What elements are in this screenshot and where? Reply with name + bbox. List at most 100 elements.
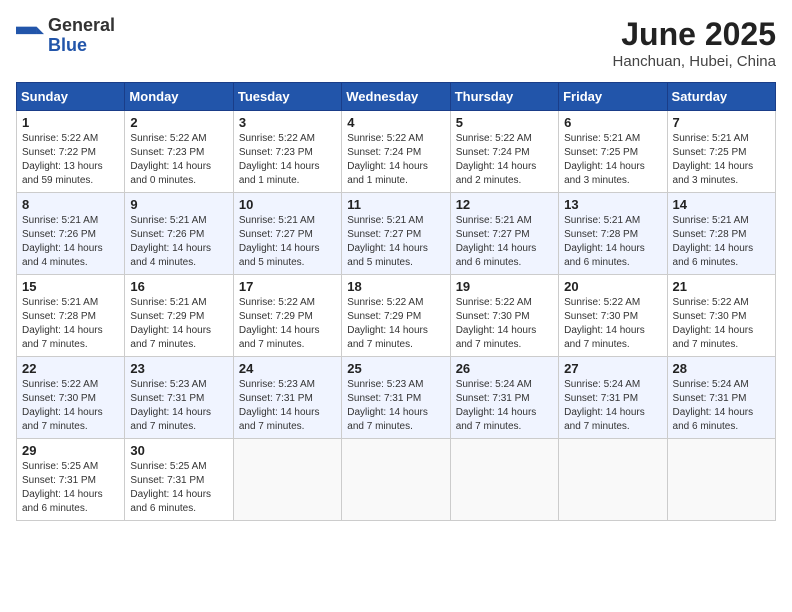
table-row: 30 Sunrise: 5:25 AMSunset: 7:31 PMDaylig…: [125, 439, 233, 521]
table-row: 12 Sunrise: 5:21 AMSunset: 7:27 PMDaylig…: [450, 193, 558, 275]
calendar-row: 29 Sunrise: 5:25 AMSunset: 7:31 PMDaylig…: [17, 439, 776, 521]
table-row: 7 Sunrise: 5:21 AMSunset: 7:25 PMDayligh…: [667, 111, 775, 193]
empty-cell: [450, 439, 558, 521]
day-number: 7: [673, 115, 770, 130]
day-detail: Sunrise: 5:22 AMSunset: 7:30 PMDaylight:…: [456, 297, 537, 350]
day-detail: Sunrise: 5:23 AMSunset: 7:31 PMDaylight:…: [130, 379, 211, 432]
logo-blue: Blue: [48, 36, 115, 56]
table-row: 24 Sunrise: 5:23 AMSunset: 7:31 PMDaylig…: [233, 357, 341, 439]
table-row: 15 Sunrise: 5:21 AMSunset: 7:28 PMDaylig…: [17, 275, 125, 357]
header-thursday: Thursday: [450, 83, 558, 111]
table-row: 8 Sunrise: 5:21 AMSunset: 7:26 PMDayligh…: [17, 193, 125, 275]
day-detail: Sunrise: 5:22 AMSunset: 7:29 PMDaylight:…: [239, 297, 320, 350]
day-detail: Sunrise: 5:24 AMSunset: 7:31 PMDaylight:…: [673, 379, 754, 432]
day-detail: Sunrise: 5:21 AMSunset: 7:28 PMDaylight:…: [22, 297, 103, 350]
table-row: 2 Sunrise: 5:22 AMSunset: 7:23 PMDayligh…: [125, 111, 233, 193]
table-row: 25 Sunrise: 5:23 AMSunset: 7:31 PMDaylig…: [342, 357, 450, 439]
logo: General Blue: [16, 16, 115, 56]
day-number: 29: [22, 443, 119, 458]
day-number: 14: [673, 197, 770, 212]
day-detail: Sunrise: 5:23 AMSunset: 7:31 PMDaylight:…: [239, 379, 320, 432]
day-number: 4: [347, 115, 444, 130]
day-number: 19: [456, 279, 553, 294]
table-row: 4 Sunrise: 5:22 AMSunset: 7:24 PMDayligh…: [342, 111, 450, 193]
day-detail: Sunrise: 5:22 AMSunset: 7:30 PMDaylight:…: [22, 379, 103, 432]
table-row: 22 Sunrise: 5:22 AMSunset: 7:30 PMDaylig…: [17, 357, 125, 439]
header-tuesday: Tuesday: [233, 83, 341, 111]
day-detail: Sunrise: 5:22 AMSunset: 7:23 PMDaylight:…: [239, 133, 320, 186]
day-number: 13: [564, 197, 661, 212]
weekday-header-row: Sunday Monday Tuesday Wednesday Thursday…: [17, 83, 776, 111]
day-number: 21: [673, 279, 770, 294]
page-header: General Blue June 2025 Hanchuan, Hubei, …: [16, 16, 776, 70]
empty-cell: [342, 439, 450, 521]
day-detail: Sunrise: 5:22 AMSunset: 7:24 PMDaylight:…: [347, 133, 428, 186]
table-row: 13 Sunrise: 5:21 AMSunset: 7:28 PMDaylig…: [559, 193, 667, 275]
calendar-row: 8 Sunrise: 5:21 AMSunset: 7:26 PMDayligh…: [17, 193, 776, 275]
table-row: 23 Sunrise: 5:23 AMSunset: 7:31 PMDaylig…: [125, 357, 233, 439]
day-number: 18: [347, 279, 444, 294]
table-row: 11 Sunrise: 5:21 AMSunset: 7:27 PMDaylig…: [342, 193, 450, 275]
table-row: 14 Sunrise: 5:21 AMSunset: 7:28 PMDaylig…: [667, 193, 775, 275]
table-row: 5 Sunrise: 5:22 AMSunset: 7:24 PMDayligh…: [450, 111, 558, 193]
day-number: 27: [564, 361, 661, 376]
day-detail: Sunrise: 5:21 AMSunset: 7:28 PMDaylight:…: [673, 215, 754, 268]
day-detail: Sunrise: 5:23 AMSunset: 7:31 PMDaylight:…: [347, 379, 428, 432]
table-row: 26 Sunrise: 5:24 AMSunset: 7:31 PMDaylig…: [450, 357, 558, 439]
day-detail: Sunrise: 5:24 AMSunset: 7:31 PMDaylight:…: [564, 379, 645, 432]
day-detail: Sunrise: 5:22 AMSunset: 7:30 PMDaylight:…: [564, 297, 645, 350]
table-row: 10 Sunrise: 5:21 AMSunset: 7:27 PMDaylig…: [233, 193, 341, 275]
day-number: 2: [130, 115, 227, 130]
day-number: 16: [130, 279, 227, 294]
day-number: 30: [130, 443, 227, 458]
table-row: 29 Sunrise: 5:25 AMSunset: 7:31 PMDaylig…: [17, 439, 125, 521]
calendar-row: 1 Sunrise: 5:22 AMSunset: 7:22 PMDayligh…: [17, 111, 776, 193]
day-detail: Sunrise: 5:25 AMSunset: 7:31 PMDaylight:…: [130, 461, 211, 514]
table-row: 18 Sunrise: 5:22 AMSunset: 7:29 PMDaylig…: [342, 275, 450, 357]
day-number: 25: [347, 361, 444, 376]
day-detail: Sunrise: 5:21 AMSunset: 7:28 PMDaylight:…: [564, 215, 645, 268]
day-number: 10: [239, 197, 336, 212]
day-number: 9: [130, 197, 227, 212]
table-row: 1 Sunrise: 5:22 AMSunset: 7:22 PMDayligh…: [17, 111, 125, 193]
table-row: 3 Sunrise: 5:22 AMSunset: 7:23 PMDayligh…: [233, 111, 341, 193]
day-detail: Sunrise: 5:24 AMSunset: 7:31 PMDaylight:…: [456, 379, 537, 432]
table-row: 28 Sunrise: 5:24 AMSunset: 7:31 PMDaylig…: [667, 357, 775, 439]
table-row: 19 Sunrise: 5:22 AMSunset: 7:30 PMDaylig…: [450, 275, 558, 357]
table-row: 16 Sunrise: 5:21 AMSunset: 7:29 PMDaylig…: [125, 275, 233, 357]
header-monday: Monday: [125, 83, 233, 111]
day-number: 26: [456, 361, 553, 376]
table-row: 17 Sunrise: 5:22 AMSunset: 7:29 PMDaylig…: [233, 275, 341, 357]
day-number: 3: [239, 115, 336, 130]
day-detail: Sunrise: 5:22 AMSunset: 7:30 PMDaylight:…: [673, 297, 754, 350]
empty-cell: [667, 439, 775, 521]
day-detail: Sunrise: 5:21 AMSunset: 7:25 PMDaylight:…: [673, 133, 754, 186]
table-row: 6 Sunrise: 5:21 AMSunset: 7:25 PMDayligh…: [559, 111, 667, 193]
day-number: 12: [456, 197, 553, 212]
day-detail: Sunrise: 5:25 AMSunset: 7:31 PMDaylight:…: [22, 461, 103, 514]
day-number: 11: [347, 197, 444, 212]
empty-cell: [233, 439, 341, 521]
table-row: 27 Sunrise: 5:24 AMSunset: 7:31 PMDaylig…: [559, 357, 667, 439]
day-number: 23: [130, 361, 227, 376]
day-number: 22: [22, 361, 119, 376]
day-detail: Sunrise: 5:21 AMSunset: 7:26 PMDaylight:…: [22, 215, 103, 268]
day-detail: Sunrise: 5:22 AMSunset: 7:29 PMDaylight:…: [347, 297, 428, 350]
header-sunday: Sunday: [17, 83, 125, 111]
table-row: 21 Sunrise: 5:22 AMSunset: 7:30 PMDaylig…: [667, 275, 775, 357]
day-number: 28: [673, 361, 770, 376]
day-detail: Sunrise: 5:21 AMSunset: 7:29 PMDaylight:…: [130, 297, 211, 350]
logo-icon: [16, 22, 44, 50]
day-number: 17: [239, 279, 336, 294]
day-number: 15: [22, 279, 119, 294]
month-title: June 2025: [613, 16, 776, 53]
logo-text: General Blue: [48, 16, 115, 56]
day-number: 24: [239, 361, 336, 376]
day-detail: Sunrise: 5:21 AMSunset: 7:25 PMDaylight:…: [564, 133, 645, 186]
day-detail: Sunrise: 5:22 AMSunset: 7:23 PMDaylight:…: [130, 133, 211, 186]
day-number: 1: [22, 115, 119, 130]
day-detail: Sunrise: 5:22 AMSunset: 7:24 PMDaylight:…: [456, 133, 537, 186]
day-detail: Sunrise: 5:21 AMSunset: 7:27 PMDaylight:…: [456, 215, 537, 268]
header-friday: Friday: [559, 83, 667, 111]
day-detail: Sunrise: 5:21 AMSunset: 7:26 PMDaylight:…: [130, 215, 211, 268]
